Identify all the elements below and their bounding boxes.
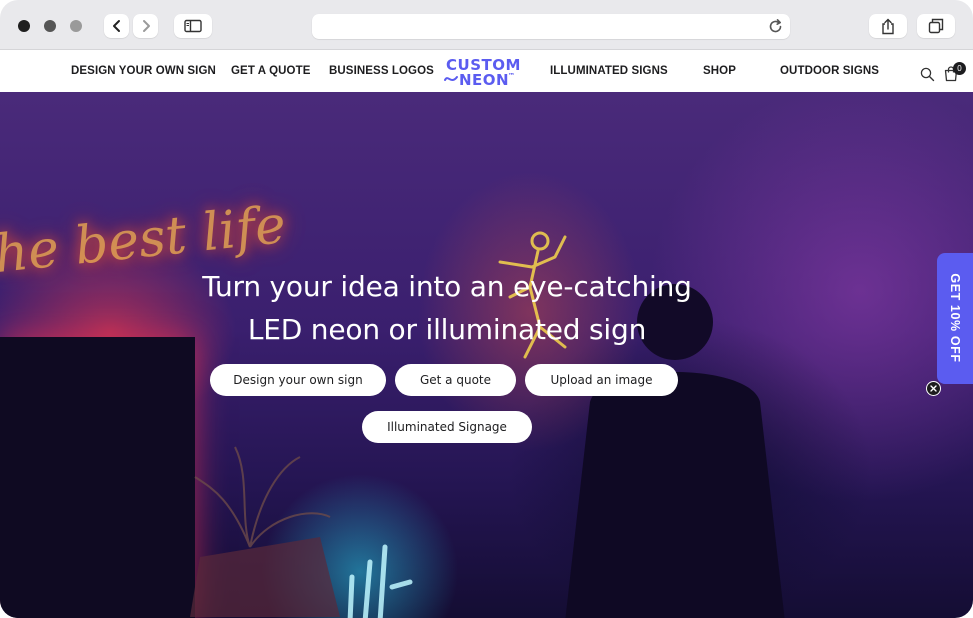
background-monitor xyxy=(0,337,195,618)
site-header: DESIGN YOUR OWN SIGN GET A QUOTE BUSINES… xyxy=(0,50,973,92)
tab-overview-button[interactable] xyxy=(917,14,955,38)
sidebar-icon xyxy=(184,19,202,33)
browser-window: DESIGN YOUR OWN SIGN GET A QUOTE BUSINES… xyxy=(0,0,973,618)
address-bar[interactable] xyxy=(312,14,790,39)
nav-link-business-logos[interactable]: BUSINESS LOGOS xyxy=(329,65,434,77)
forward-button[interactable] xyxy=(133,14,158,38)
sidebar-toggle-button[interactable] xyxy=(174,14,212,38)
hero-headline: Turn your idea into an eye-catching LED … xyxy=(0,265,894,351)
illuminated-signage-button[interactable]: Illuminated Signage xyxy=(362,411,532,443)
close-window-button[interactable] xyxy=(18,20,30,32)
background-neon-hand-icon xyxy=(347,544,413,618)
background-plant-icon xyxy=(190,446,340,617)
chevron-left-icon xyxy=(112,20,120,32)
nav-link-get-a-quote[interactable]: GET A QUOTE xyxy=(231,65,310,77)
chevron-right-icon xyxy=(142,20,150,32)
hero-section: he best life Turn your idea into an eye-… xyxy=(0,92,973,618)
nav-link-illuminated-signs[interactable]: ILLUMINATED SIGNS xyxy=(550,65,668,77)
close-icon xyxy=(930,385,937,392)
upload-an-image-button[interactable]: Upload an image xyxy=(525,364,678,396)
logo-text-neon: NEON xyxy=(459,71,510,89)
reload-icon[interactable] xyxy=(767,18,784,35)
cart-count-badge: 0 xyxy=(953,62,966,75)
nav-link-design-your-own-sign[interactable]: DESIGN YOUR OWN SIGN xyxy=(71,65,216,77)
share-icon xyxy=(882,18,894,34)
logo-trademark: ™ xyxy=(508,72,516,80)
discount-side-tab[interactable]: GET 10% OFF xyxy=(937,253,973,384)
discount-tab-label: GET 10% OFF xyxy=(948,273,962,363)
logo-squiggle-icon xyxy=(444,76,458,81)
back-button[interactable] xyxy=(104,14,129,38)
share-button[interactable] xyxy=(869,14,907,38)
minimize-window-button[interactable] xyxy=(44,20,56,32)
hero-headline-line-1: Turn your idea into an eye-catching xyxy=(202,270,692,303)
hero-headline-line-2: LED neon or illuminated sign xyxy=(247,313,647,346)
custom-neon-logo[interactable]: CUSTOM NEON ™ xyxy=(444,56,530,89)
search-icon[interactable] xyxy=(920,67,935,82)
browser-toolbar xyxy=(0,0,973,50)
nav-link-outdoor-signs[interactable]: OUTDOOR SIGNS xyxy=(780,65,879,77)
design-your-own-sign-button[interactable]: Design your own sign xyxy=(210,364,386,396)
discount-close-button[interactable] xyxy=(926,381,941,396)
nav-link-shop[interactable]: SHOP xyxy=(703,65,736,77)
get-a-quote-button[interactable]: Get a quote xyxy=(395,364,516,396)
zoom-window-button[interactable] xyxy=(70,20,82,32)
tabs-icon xyxy=(928,18,944,34)
